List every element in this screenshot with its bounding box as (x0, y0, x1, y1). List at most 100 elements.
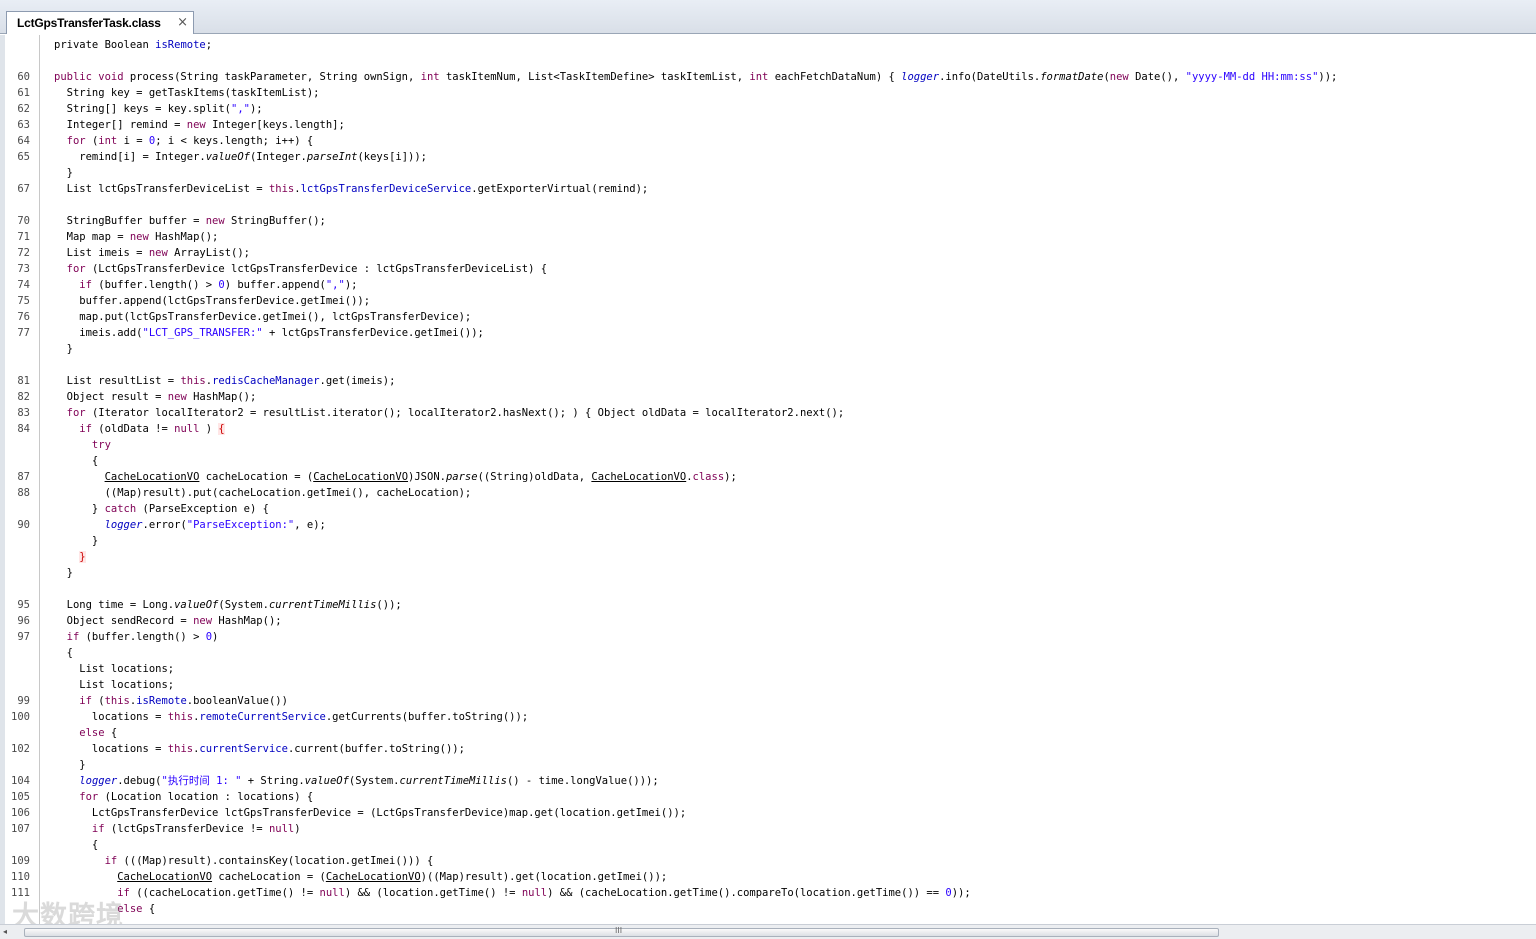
close-icon[interactable]: × (177, 15, 188, 30)
code-line: 99 if (this.isRemote.booleanValue()) (5, 693, 1536, 709)
code-token: ); (724, 471, 737, 483)
code-text: } (54, 757, 86, 773)
code-token: List lctGpsTransferDeviceList = (54, 183, 269, 195)
tab-lctgpstransfertask[interactable]: LctGpsTransferTask.class × (6, 11, 194, 34)
code-token: { (54, 839, 99, 851)
code-line: 71 Map map = new HashMap(); (5, 229, 1536, 245)
code-token: Long time = Long. (54, 599, 175, 611)
code-token: { (218, 423, 225, 435)
line-number: 71 (17, 231, 30, 243)
code-token: ); (344, 279, 358, 291)
code-token: , e); (294, 519, 326, 531)
line-number: 63 (17, 119, 30, 131)
code-token: .error( (142, 519, 187, 531)
code-token: } (54, 343, 73, 355)
code-token: { (110, 727, 118, 739)
code-token: remoteCurrentService (199, 711, 326, 723)
code-token: .debug( (117, 775, 162, 787)
code-text: for (Location location : locations) { (54, 789, 313, 805)
code-token: .get(imeis); (319, 375, 396, 387)
code-token: (keys[i])); (357, 151, 428, 163)
scrollbar-thumb[interactable]: III (24, 926, 1219, 937)
code-token: catch (104, 503, 143, 515)
code-text: locations = this.remoteCurrentService.ge… (54, 709, 528, 725)
code-text: LctGpsTransferDevice lctGpsTransferDevic… (54, 805, 686, 821)
code-text: CacheLocationVO cacheLocation = (CacheLo… (54, 869, 667, 885)
code-token: + String. (241, 775, 305, 787)
code-token: "ParseException:" (186, 519, 295, 531)
code-token: .info(DateUtils. (939, 71, 1041, 83)
line-number: 100 (11, 711, 30, 723)
code-token: } (54, 535, 99, 547)
code-token: eachFetchDataNum) { (774, 71, 902, 83)
code-token: if (54, 823, 111, 835)
code-token: List locations; (54, 679, 175, 691)
code-token: "," (325, 279, 345, 291)
code-token: null (174, 423, 200, 435)
code-token: ((cacheLocation.getTime() != (136, 887, 320, 899)
line-number: 107 (11, 823, 30, 835)
code-text: Integer[] remind = new Integer[keys.leng… (54, 117, 345, 133)
code-token: } (54, 759, 86, 771)
code-text: for (Iterator localIterator2 = resultLis… (54, 405, 845, 421)
line-number: 105 (11, 791, 30, 803)
code-token: int (749, 71, 775, 83)
code-line: else { (5, 725, 1536, 741)
line-number: 84 (17, 423, 30, 435)
code-text: try (54, 437, 111, 453)
code-text: { (54, 453, 98, 469)
code-line: private Boolean isRemote; (5, 37, 1536, 53)
code-token: locations = (54, 743, 168, 755)
code-token: ) (212, 631, 219, 643)
code-line: 104 logger.debug("执行时间 1: " + String.val… (5, 773, 1536, 789)
line-number: 70 (17, 215, 30, 227)
code-token: LctGpsTransferDevice lctGpsTransferDevic… (54, 807, 687, 819)
code-line: 88 ((Map)result).put(cacheLocation.getIm… (5, 485, 1536, 501)
code-token: "执行时间 1: " (161, 775, 242, 787)
code-token: if (54, 631, 86, 643)
code-line: List locations; (5, 677, 1536, 693)
code-token: new (148, 247, 175, 259)
code-line: 107 if (lctGpsTransferDevice != null) (5, 821, 1536, 837)
code-token: )((Map)result).get(location.getImei()); (420, 871, 668, 883)
code-token: null (319, 887, 345, 899)
code-text: String[] keys = key.split(","); (54, 101, 263, 117)
code-line: 83 for (Iterator localIterator2 = result… (5, 405, 1536, 421)
line-number: 73 (17, 263, 30, 275)
code-token: } (54, 567, 73, 579)
code-editor[interactable]: private Boolean isRemote; 60 public void p… (0, 35, 1536, 924)
code-token: HashMap(); (193, 391, 257, 403)
code-line: } (5, 165, 1536, 181)
code-token: CacheLocationVO (117, 871, 213, 883)
code-token: if (54, 423, 99, 435)
code-token: null (521, 887, 548, 899)
code-text: if (buffer.length() > 0) buffer.append("… (54, 277, 357, 293)
code-token: HashMap(); (218, 615, 282, 627)
code-line: } catch (ParseException e) { (5, 501, 1536, 517)
code-text: Object sendRecord = new HashMap(); (54, 613, 282, 629)
code-text: map.put(lctGpsTransferDevice.getImei(), … (54, 309, 471, 325)
line-number: 83 (17, 407, 30, 419)
code-token: (LctGpsTransferDevice lctGpsTransferDevi… (91, 263, 548, 275)
code-token: new (205, 215, 232, 227)
code-token: ((Map)result).put(cacheLocation.getImei(… (54, 487, 472, 499)
horizontal-scrollbar[interactable]: ◂ III (0, 924, 1536, 939)
line-number: 106 (11, 807, 30, 819)
code-token: ()); (376, 599, 402, 611)
code-token: for (54, 791, 105, 803)
code-token: (System. (348, 775, 400, 787)
code-token: Date(), (1135, 71, 1186, 83)
code-token: cacheLocation = ( (212, 871, 326, 883)
code-token: { (148, 903, 156, 915)
code-token: (oldData != (98, 423, 175, 435)
code-line: 73 for (LctGpsTransferDevice lctGpsTrans… (5, 261, 1536, 277)
scroll-left-arrow-icon[interactable]: ◂ (3, 927, 7, 936)
line-number: 104 (11, 775, 30, 787)
code-token: new (186, 119, 213, 131)
code-text: List imeis = new ArrayList(); (54, 245, 250, 261)
code-token: (lctGpsTransferDevice != (110, 823, 269, 835)
